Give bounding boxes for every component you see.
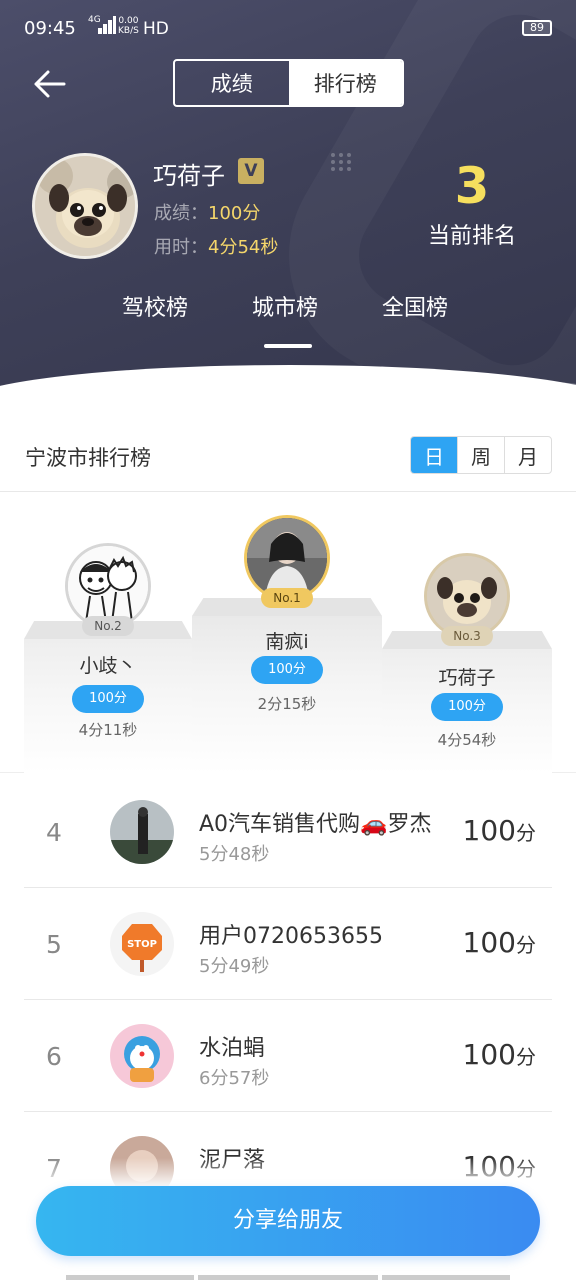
- list-score: 100分: [463, 814, 536, 847]
- list-name: 水泊蜎: [199, 1036, 266, 1061]
- list-score-value: 100: [462, 926, 516, 959]
- status-bar: 09:45 4G 0.00 KB/S HD 89: [0, 0, 576, 58]
- tab-leaderboard[interactable]: 排行榜: [288, 61, 402, 105]
- podium-third-score: 100分: [431, 693, 503, 721]
- list-avatar: [110, 1024, 174, 1088]
- list-item[interactable]: 5 STOP 用户0720653655 5分49秒 100分: [24, 888, 552, 1000]
- nav-bar-segment: [198, 1275, 378, 1280]
- list-time: 5分49秒: [199, 956, 270, 977]
- list-time: 5分48秒: [199, 844, 270, 865]
- list-score-unit: 分: [516, 1045, 536, 1069]
- list-score-value: 100: [462, 814, 516, 847]
- podium-first-badge: No.1: [261, 588, 313, 608]
- hd-indicator: HD: [143, 19, 169, 39]
- list-avatar: [110, 800, 174, 864]
- tab-scores[interactable]: 成绩: [175, 61, 289, 105]
- user-avatar[interactable]: [32, 153, 138, 259]
- user-name: 巧荷子: [153, 162, 225, 190]
- status-time: 09:45: [24, 18, 76, 39]
- current-rank-value: 3: [454, 157, 490, 215]
- active-tab-indicator: [264, 344, 312, 348]
- period-month[interactable]: 月: [504, 437, 551, 473]
- list-score-unit: 分: [516, 821, 536, 845]
- list-rank: 4: [46, 818, 62, 847]
- share-button[interactable]: 分享给朋友: [36, 1186, 540, 1256]
- podium-second-name: 小歧丶: [79, 655, 137, 677]
- back-arrow-icon[interactable]: [30, 64, 70, 104]
- dot-grid-decoration: [330, 152, 356, 172]
- battery-icon: 89: [522, 20, 552, 36]
- list-score-unit: 分: [516, 933, 536, 957]
- list-rank: 5: [46, 930, 62, 959]
- podium-second-badge: No.2: [82, 616, 134, 636]
- nav-bar-segment: [66, 1275, 194, 1280]
- list-score: 100分: [463, 926, 536, 959]
- board-tabs: 驾校榜 城市榜 全国榜: [0, 290, 576, 348]
- header-banner: 09:45 4G 0.00 KB/S HD 89 成绩 排行榜 巧荷子 V 成绩…: [0, 0, 576, 410]
- period-day[interactable]: 日: [411, 437, 457, 473]
- podium-third-badge: No.3: [441, 626, 493, 646]
- nav-bar-segment: [382, 1275, 510, 1280]
- svg-text:STOP: STOP: [127, 939, 157, 950]
- podium-first-score: 100分: [251, 656, 323, 684]
- list-avatar: STOP: [110, 912, 174, 976]
- list-rank: 6: [46, 1042, 62, 1071]
- podium-second-time: 4分11秒: [78, 721, 138, 739]
- user-time-stat: 用时：4分54秒: [154, 233, 278, 259]
- list-fade-overlay: [0, 1158, 576, 1188]
- podium-second-score: 100分: [72, 685, 144, 713]
- period-week[interactable]: 周: [457, 437, 504, 473]
- podium-third-name: 巧荷子: [438, 667, 496, 689]
- city-leaderboard-bar: 宁波市排行榜 日 周 月: [0, 420, 576, 492]
- user-score-stat: 成绩：100分: [154, 199, 260, 225]
- svg-text:♪: ♪: [74, 551, 79, 560]
- current-rank-label: 当前排名: [427, 224, 516, 249]
- tab-national-board[interactable]: 全国榜: [382, 290, 448, 322]
- list-time: 6分57秒: [199, 1068, 270, 1089]
- period-selector: 日 周 月: [410, 436, 552, 474]
- list-name: A0汽车销售代购🚗罗杰: [199, 812, 432, 837]
- time-label: 用时：: [154, 237, 208, 258]
- list-score: 100分: [463, 1038, 536, 1071]
- time-value: 4分54秒: [208, 237, 279, 258]
- podium: ♪ No.2 小歧丶 100分 4分11秒 No.1 南疯i 100分 2分15…: [0, 493, 576, 773]
- podium-first-time: 2分15秒: [257, 695, 317, 713]
- list-item[interactable]: 6 水泊蜎 6分57秒 100分: [24, 1000, 552, 1112]
- list-item[interactable]: 4 A0汽车销售代购🚗罗杰 5分48秒 100分: [24, 776, 552, 888]
- podium-first-name: 南疯i: [265, 631, 309, 653]
- speed-unit: KB/S: [118, 26, 139, 36]
- city-leaderboard-title: 宁波市排行榜: [25, 446, 151, 470]
- score-label: 成绩：: [154, 203, 208, 224]
- tab-city-board[interactable]: 城市榜: [252, 290, 318, 322]
- vip-badge-icon: V: [238, 158, 264, 184]
- speed-value: 0.00: [118, 16, 139, 26]
- mode-tabs: 成绩 排行榜: [173, 59, 404, 107]
- signal-icon: [98, 16, 116, 34]
- list-name: 用户0720653655: [199, 924, 383, 949]
- score-value: 100分: [208, 203, 261, 224]
- podium-third-time: 4分54秒: [437, 731, 497, 749]
- network-speed: 0.00 KB/S: [118, 16, 139, 36]
- list-score-value: 100: [462, 1038, 516, 1071]
- tab-school-board[interactable]: 驾校榜: [122, 290, 188, 322]
